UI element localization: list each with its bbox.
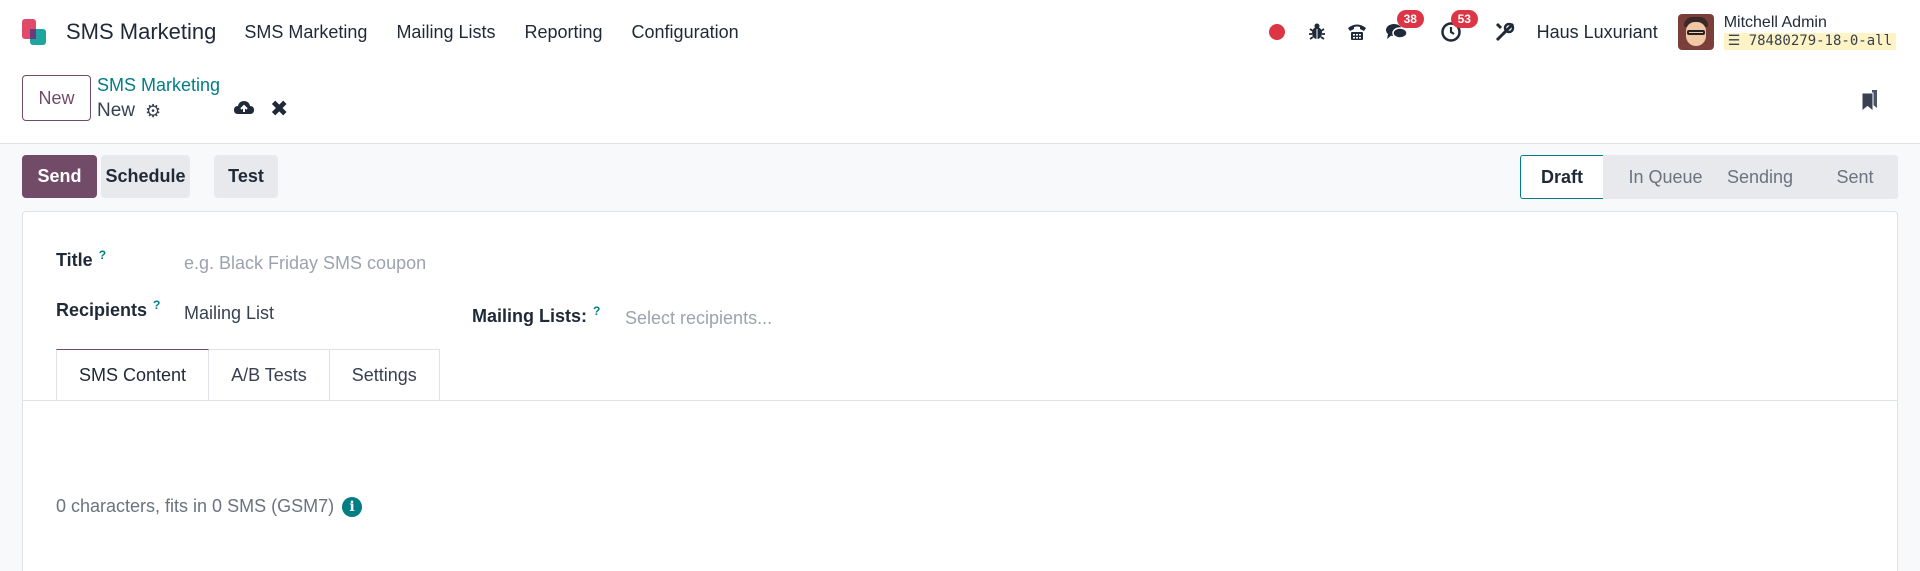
menu-mailing-lists[interactable]: Mailing Lists	[396, 22, 495, 43]
new-button[interactable]: New	[22, 75, 91, 121]
app-brand[interactable]: SMS Marketing	[66, 19, 216, 45]
send-button[interactable]: Send	[22, 155, 97, 198]
tab-divider	[23, 400, 1897, 401]
mailing-lists-help-icon[interactable]: ?	[593, 304, 600, 318]
bookmark-icon[interactable]	[1860, 88, 1880, 117]
systray: 38 53 Haus Luxuriant Mitchell Admin ☰ 78…	[1251, 0, 1896, 64]
record-name-label: New	[97, 100, 136, 121]
user-menu[interactable]: Mitchell Admin ☰ 78480279-18-0-all	[1723, 14, 1896, 50]
cloud-upload-icon[interactable]	[233, 99, 255, 122]
clock-icon[interactable]: 53	[1437, 10, 1478, 46]
recipients-label: Recipients?	[56, 298, 161, 320]
activities-badge: 53	[1450, 10, 1478, 28]
menu-sms-marketing[interactable]: SMS Marketing	[244, 22, 367, 43]
chat-badge: 38	[1396, 10, 1424, 28]
phone-icon[interactable]	[1343, 18, 1371, 46]
top-navbar: SMS Marketing SMS Marketing Mailing List…	[0, 0, 1920, 64]
form-sheet: Title? e.g. Black Friday SMS coupon Reci…	[22, 211, 1898, 571]
gear-icon[interactable]: ⚙	[145, 101, 161, 122]
mailing-lists-input[interactable]: Select recipients...	[625, 308, 772, 329]
menu-reporting[interactable]: Reporting	[524, 22, 602, 43]
record-name: New ⚙	[97, 100, 161, 122]
record-icon[interactable]	[1263, 18, 1291, 46]
title-input[interactable]: e.g. Black Friday SMS coupon	[184, 253, 426, 274]
breadcrumb[interactable]: SMS Marketing	[97, 75, 220, 96]
sms-counter-text: 0 characters, fits in 0 SMS (GSM7)	[56, 496, 335, 516]
db-name: 78480279-18-0-all	[1748, 32, 1892, 49]
stage-sending[interactable]: Sending	[1708, 155, 1812, 199]
recipients-help-icon[interactable]: ?	[153, 298, 160, 312]
title-label: Title?	[56, 248, 107, 270]
sms-counter: 0 characters, fits in 0 SMS (GSM7) i	[56, 496, 363, 517]
company-switcher[interactable]: Haus Luxuriant	[1537, 22, 1658, 43]
chat-icon[interactable]: 38	[1383, 10, 1424, 46]
recipients-select[interactable]: Mailing List	[184, 303, 274, 324]
tab-ab-tests[interactable]: A/B Tests	[209, 349, 330, 400]
tools-icon[interactable]	[1491, 18, 1519, 46]
notebook-tabs: SMS Content A/B Tests Settings	[56, 349, 440, 400]
db-tag: ☰ 78480279-18-0-all	[1723, 32, 1896, 50]
stage-draft[interactable]: Draft	[1520, 155, 1604, 199]
stage-in-queue[interactable]: In Queue	[1603, 155, 1708, 199]
tab-sms-content[interactable]: SMS Content	[56, 349, 210, 400]
tab-settings[interactable]: Settings	[329, 349, 440, 400]
avatar[interactable]	[1677, 14, 1714, 50]
statusbar: Draft In Queue Sending Sent	[1520, 155, 1898, 199]
app-logo[interactable]	[20, 17, 50, 47]
test-button[interactable]: Test	[214, 155, 278, 198]
database-icon: ☰	[1727, 32, 1741, 49]
user-name: Mitchell Admin	[1723, 14, 1827, 31]
action-bar: Send Schedule Test Draft In Queue Sendin…	[0, 144, 1920, 210]
close-icon[interactable]: ✖	[270, 96, 288, 122]
title-help-icon[interactable]: ?	[99, 248, 106, 262]
stage-sent[interactable]: Sent	[1812, 155, 1898, 199]
mailing-lists-label: Mailing Lists:?	[472, 304, 601, 326]
schedule-button[interactable]: Schedule	[101, 155, 190, 198]
bug-icon[interactable]	[1303, 18, 1331, 46]
menu-configuration[interactable]: Configuration	[632, 22, 739, 43]
info-icon[interactable]: i	[342, 496, 363, 517]
